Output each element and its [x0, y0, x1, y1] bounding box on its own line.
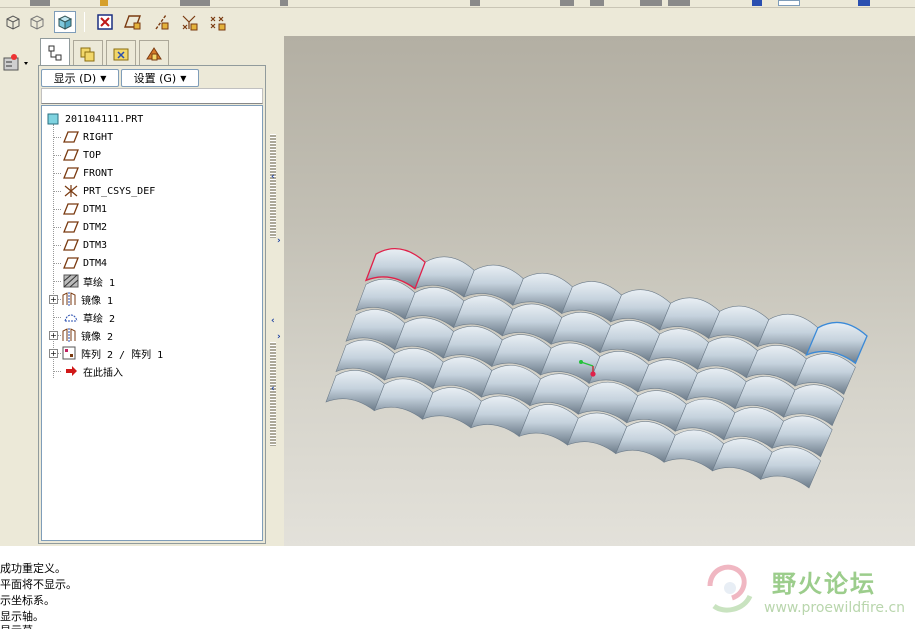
- tree-item[interactable]: DTM2: [63, 218, 107, 236]
- panel-splitter[interactable]: ‹ › ‹ › ‹: [268, 36, 284, 546]
- tree-item-label: 201104111.PRT: [65, 113, 144, 125]
- tree-item-label: DTM4: [83, 257, 108, 269]
- tree-item[interactable]: + 镜像 1: [49, 290, 113, 308]
- datum-plane-display-icon[interactable]: [122, 11, 144, 33]
- settings-menu-button[interactable]: 设置 (G) ▼: [121, 69, 199, 87]
- collapse-left-arrow-icon[interactable]: ‹: [271, 316, 275, 326]
- datum-plane-icon: [63, 165, 79, 181]
- view-toolbar: [0, 8, 240, 36]
- navigator-tabs: [38, 38, 268, 66]
- tree-item-label: 草绘 2: [83, 313, 116, 325]
- message-line: 显示草: [0, 622, 33, 629]
- tree-item[interactable]: RIGHT: [63, 128, 113, 146]
- part-icon: [45, 111, 61, 127]
- datum-display-x-icon[interactable]: [94, 11, 116, 33]
- collapse-left-arrow-icon[interactable]: ‹: [271, 384, 275, 394]
- sketch-hatched-icon: [63, 273, 79, 289]
- message-line: 平面将不显示。: [0, 578, 77, 591]
- tree-item[interactable]: 草绘 1: [63, 272, 115, 290]
- show-menu-button[interactable]: 显示 (D) ▼: [41, 69, 119, 87]
- tree-item-label: 在此插入: [83, 367, 123, 379]
- tree-item-label: DTM1: [83, 203, 108, 215]
- favorites-icon: [146, 46, 162, 60]
- watermark-title: 野火论坛: [772, 570, 876, 598]
- tree-item-label: PRT_CSYS_DEF: [83, 185, 156, 197]
- tree-item-label: 镜像 2: [81, 331, 114, 343]
- datum-point-display-icon[interactable]: [178, 11, 200, 33]
- layer-tree-tab[interactable]: [73, 40, 103, 66]
- insert-here-arrow-icon: [63, 363, 79, 379]
- favorites-tab[interactable]: [139, 40, 169, 66]
- tree-item[interactable]: TOP: [63, 146, 101, 164]
- tree-item-label: 草绘 1: [83, 277, 116, 289]
- tree-item-label: 镜像 1: [81, 295, 114, 307]
- mirror-icon: [61, 291, 77, 307]
- navigator-panel: 显示 (D) ▼ 设置 (G) ▼ 201104111.PRT RIGHT TOP F…: [38, 65, 266, 544]
- expand-right-arrow-icon[interactable]: ›: [277, 236, 281, 246]
- settings-menu-label: 设置 (G): [133, 72, 177, 85]
- tree-item[interactable]: + 阵列 2 / 阵列 1: [49, 344, 163, 362]
- sketch-icon: [63, 309, 79, 325]
- folder-icon: [113, 48, 129, 60]
- tile-surface-model[interactable]: [284, 36, 915, 546]
- datum-plane-icon: [63, 129, 79, 145]
- tree-item[interactable]: DTM1: [63, 200, 107, 218]
- tree-item[interactable]: 在此插入: [63, 362, 123, 380]
- tree-item[interactable]: FRONT: [63, 164, 113, 182]
- model-tree-icon: [48, 45, 62, 60]
- datum-plane-icon: [63, 147, 79, 163]
- expand-toggle-icon[interactable]: +: [49, 348, 58, 358]
- tree-item-label: RIGHT: [83, 131, 114, 143]
- datum-plane-icon: [63, 237, 79, 253]
- pattern-icon: [61, 345, 77, 361]
- datum-plane-icon: [63, 219, 79, 235]
- model-tree-tab[interactable]: [40, 38, 70, 66]
- folder-browser-tab[interactable]: [106, 40, 136, 66]
- tree-item[interactable]: PRT_CSYS_DEF: [63, 182, 155, 200]
- expand-right-arrow-icon[interactable]: ›: [277, 332, 281, 342]
- dropdown-arrow-icon: ▼: [180, 73, 187, 83]
- tree-item[interactable]: DTM3: [63, 236, 107, 254]
- watermark: 野火论坛 www.proewildfire.cn: [700, 558, 910, 624]
- shaded-cube-icon[interactable]: [54, 11, 76, 33]
- tree-item[interactable]: + 镜像 2: [49, 326, 113, 344]
- tree-item-label: DTM2: [83, 221, 108, 233]
- message-line: 示坐标系。: [0, 594, 55, 607]
- datum-plane-icon: [63, 255, 79, 271]
- annotation-tool-icon[interactable]: [2, 52, 30, 74]
- expand-toggle-icon[interactable]: +: [49, 294, 58, 304]
- tree-item[interactable]: 201104111.PRT: [45, 110, 143, 128]
- datum-axis-display-icon[interactable]: [150, 11, 172, 33]
- proe-window: 显示 (D) ▼ 设置 (G) ▼ 201104111.PRT RIGHT TOP F…: [0, 0, 915, 629]
- tree-item-label: DTM3: [83, 239, 108, 251]
- datum-plane-icon: [63, 201, 79, 217]
- show-menu-label: 显示 (D): [53, 72, 97, 85]
- left-tool-strip: [0, 36, 38, 546]
- tree-item[interactable]: DTM4: [63, 254, 107, 272]
- surface-tile[interactable]: [325, 370, 385, 412]
- dropdown-arrow-icon: ▼: [100, 73, 107, 83]
- watermark-logo: [707, 564, 753, 613]
- csys-display-icon[interactable]: [206, 11, 228, 33]
- tree-item[interactable]: 草绘 2: [63, 308, 115, 326]
- graphics-viewport[interactable]: [284, 36, 915, 546]
- tree-item-label: FRONT: [83, 167, 114, 179]
- model-tree: 201104111.PRT RIGHT TOP FRONT PRT_CSYS_DEF DT…: [41, 105, 263, 541]
- expand-toggle-icon[interactable]: +: [49, 330, 58, 340]
- message-line: 成功重定义。: [0, 562, 66, 575]
- layer-tree-icon: [80, 47, 95, 61]
- tree-item-label: 阵列 2 / 阵列 1: [81, 349, 164, 361]
- main-toolbar-top: [0, 0, 915, 8]
- tree-item-label: TOP: [83, 149, 102, 161]
- csys-icon: [63, 183, 79, 199]
- collapse-left-arrow-icon[interactable]: ‹: [271, 172, 275, 182]
- watermark-url: www.proewildfire.cn: [764, 600, 906, 616]
- hidden-line-cube-icon[interactable]: [26, 11, 48, 33]
- wireframe-cube-icon[interactable]: [2, 11, 24, 33]
- tree-column-header: [41, 88, 263, 104]
- mirror-icon: [61, 327, 77, 343]
